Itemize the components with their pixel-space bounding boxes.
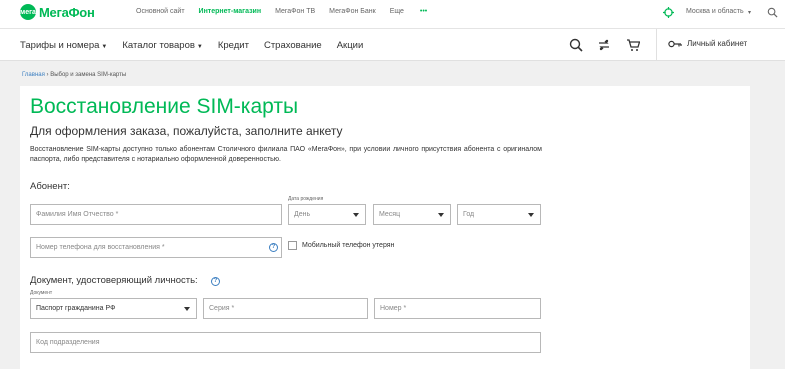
help-icon[interactable]: ? — [211, 277, 220, 286]
more-label: Еще — [389, 8, 404, 15]
passport-series-field[interactable]: Серия * — [203, 298, 368, 319]
nav-item-insurance[interactable]: Страхование — [264, 40, 322, 51]
document-type-value: Паспорт гражданина РФ — [36, 305, 116, 312]
search-icon[interactable] — [767, 7, 778, 18]
fullname-field[interactable]: Фамилия Имя Отчество * — [30, 204, 282, 225]
search-icon[interactable] — [569, 38, 583, 52]
top-link-megafon-bank[interactable]: МегаФон Банк — [329, 8, 376, 15]
nav-items: Тарифы и номера ▼ Каталог товаров ▼ Кредит… — [20, 40, 378, 51]
phone-field[interactable]: Номер телефона для восстановления * — [30, 237, 282, 258]
breadcrumb-current: Выбор и замена SIM-карты — [50, 72, 127, 78]
compare-icon[interactable] — [597, 38, 611, 52]
dropdown-arrow-icon — [438, 213, 444, 217]
top-link-online-store[interactable]: Интернет-магазин — [199, 8, 262, 15]
birth-year-value: Год — [463, 211, 475, 218]
breadcrumb-separator: › — [46, 72, 49, 78]
region-selector[interactable]: Москва и область — [686, 8, 744, 15]
page-description: Восстановление SIM-карты доступно только… — [30, 146, 542, 163]
birth-month-value: Месяц — [379, 211, 401, 218]
region-icon[interactable] — [663, 7, 674, 18]
chevron-down-icon: ▾ — [748, 10, 752, 16]
birth-day-select[interactable]: День — [288, 204, 366, 225]
breadcrumb: Главная › Выбор и замена SIM-карты — [22, 72, 126, 78]
document-type-select[interactable]: Паспорт гражданина РФ — [30, 298, 197, 319]
birthdate-label: Дата рождения — [288, 196, 324, 202]
key-icon — [668, 40, 682, 47]
top-link-megafon-tv[interactable]: МегаФон ТВ — [275, 8, 315, 15]
nav-divider — [656, 29, 657, 60]
document-heading: Документ, удостоверяющий личность: — [30, 275, 198, 286]
birth-day-value: День — [294, 211, 311, 218]
personal-account-label: Личный кабинет — [687, 39, 748, 48]
birth-month-select[interactable]: Месяц — [373, 204, 451, 225]
dropdown-arrow-icon — [184, 307, 190, 311]
personal-account-link[interactable]: Личный кабинет — [668, 39, 747, 48]
logo-text: МегаФон — [39, 4, 95, 20]
breadcrumb-home[interactable]: Главная — [22, 72, 45, 78]
subscriber-heading: Абонент: — [30, 181, 70, 192]
nav-item-label: Каталог товаров — [122, 40, 195, 51]
passport-number-field[interactable]: Номер * — [374, 298, 541, 319]
nav-item-label: Тарифы и номера — [20, 40, 100, 51]
nav-item-tariffs[interactable]: Тарифы и номера ▼ — [20, 40, 107, 51]
nav-item-promos[interactable]: Акции — [337, 40, 364, 51]
top-link-more[interactable]: Еще ••• — [390, 8, 442, 15]
help-icon[interactable]: ? — [269, 243, 278, 252]
document-type-label: Документ — [30, 290, 53, 296]
nav-item-credit[interactable]: Кредит — [218, 40, 249, 51]
more-dots-icon: ••• — [419, 8, 428, 15]
page-subtitle: Для оформления заказа, пожалуйста, запол… — [30, 124, 343, 138]
caret-down-icon: ▼ — [101, 44, 108, 50]
page-title: Восстановление SIM-карты — [30, 95, 299, 118]
top-links: Основной сайт Интернет-магазин МегаФон Т… — [136, 8, 455, 15]
nav-item-catalog[interactable]: Каталог товаров ▼ — [122, 40, 203, 51]
phone-lost-checkbox[interactable] — [288, 241, 297, 250]
top-bar: мега МегаФон Основной сайт Интернет-мага… — [0, 0, 785, 28]
logo-mark: мега — [20, 4, 36, 20]
main-nav: Тарифы и номера ▼ Каталог товаров ▼ Кредит… — [0, 29, 785, 61]
logo[interactable]: мега МегаФон — [20, 4, 95, 20]
dropdown-arrow-icon — [528, 213, 534, 217]
dept-code-field[interactable]: Код подразделения — [30, 332, 541, 353]
top-link-main-site[interactable]: Основной сайт — [136, 8, 185, 15]
dropdown-arrow-icon — [353, 213, 359, 217]
phone-lost-label: Мобильный телефон утерян — [302, 242, 395, 249]
caret-down-icon: ▼ — [196, 44, 203, 50]
cart-icon[interactable] — [626, 38, 640, 52]
birth-year-select[interactable]: Год — [457, 204, 541, 225]
form-card: Восстановление SIM-карты Для оформления … — [20, 86, 750, 369]
